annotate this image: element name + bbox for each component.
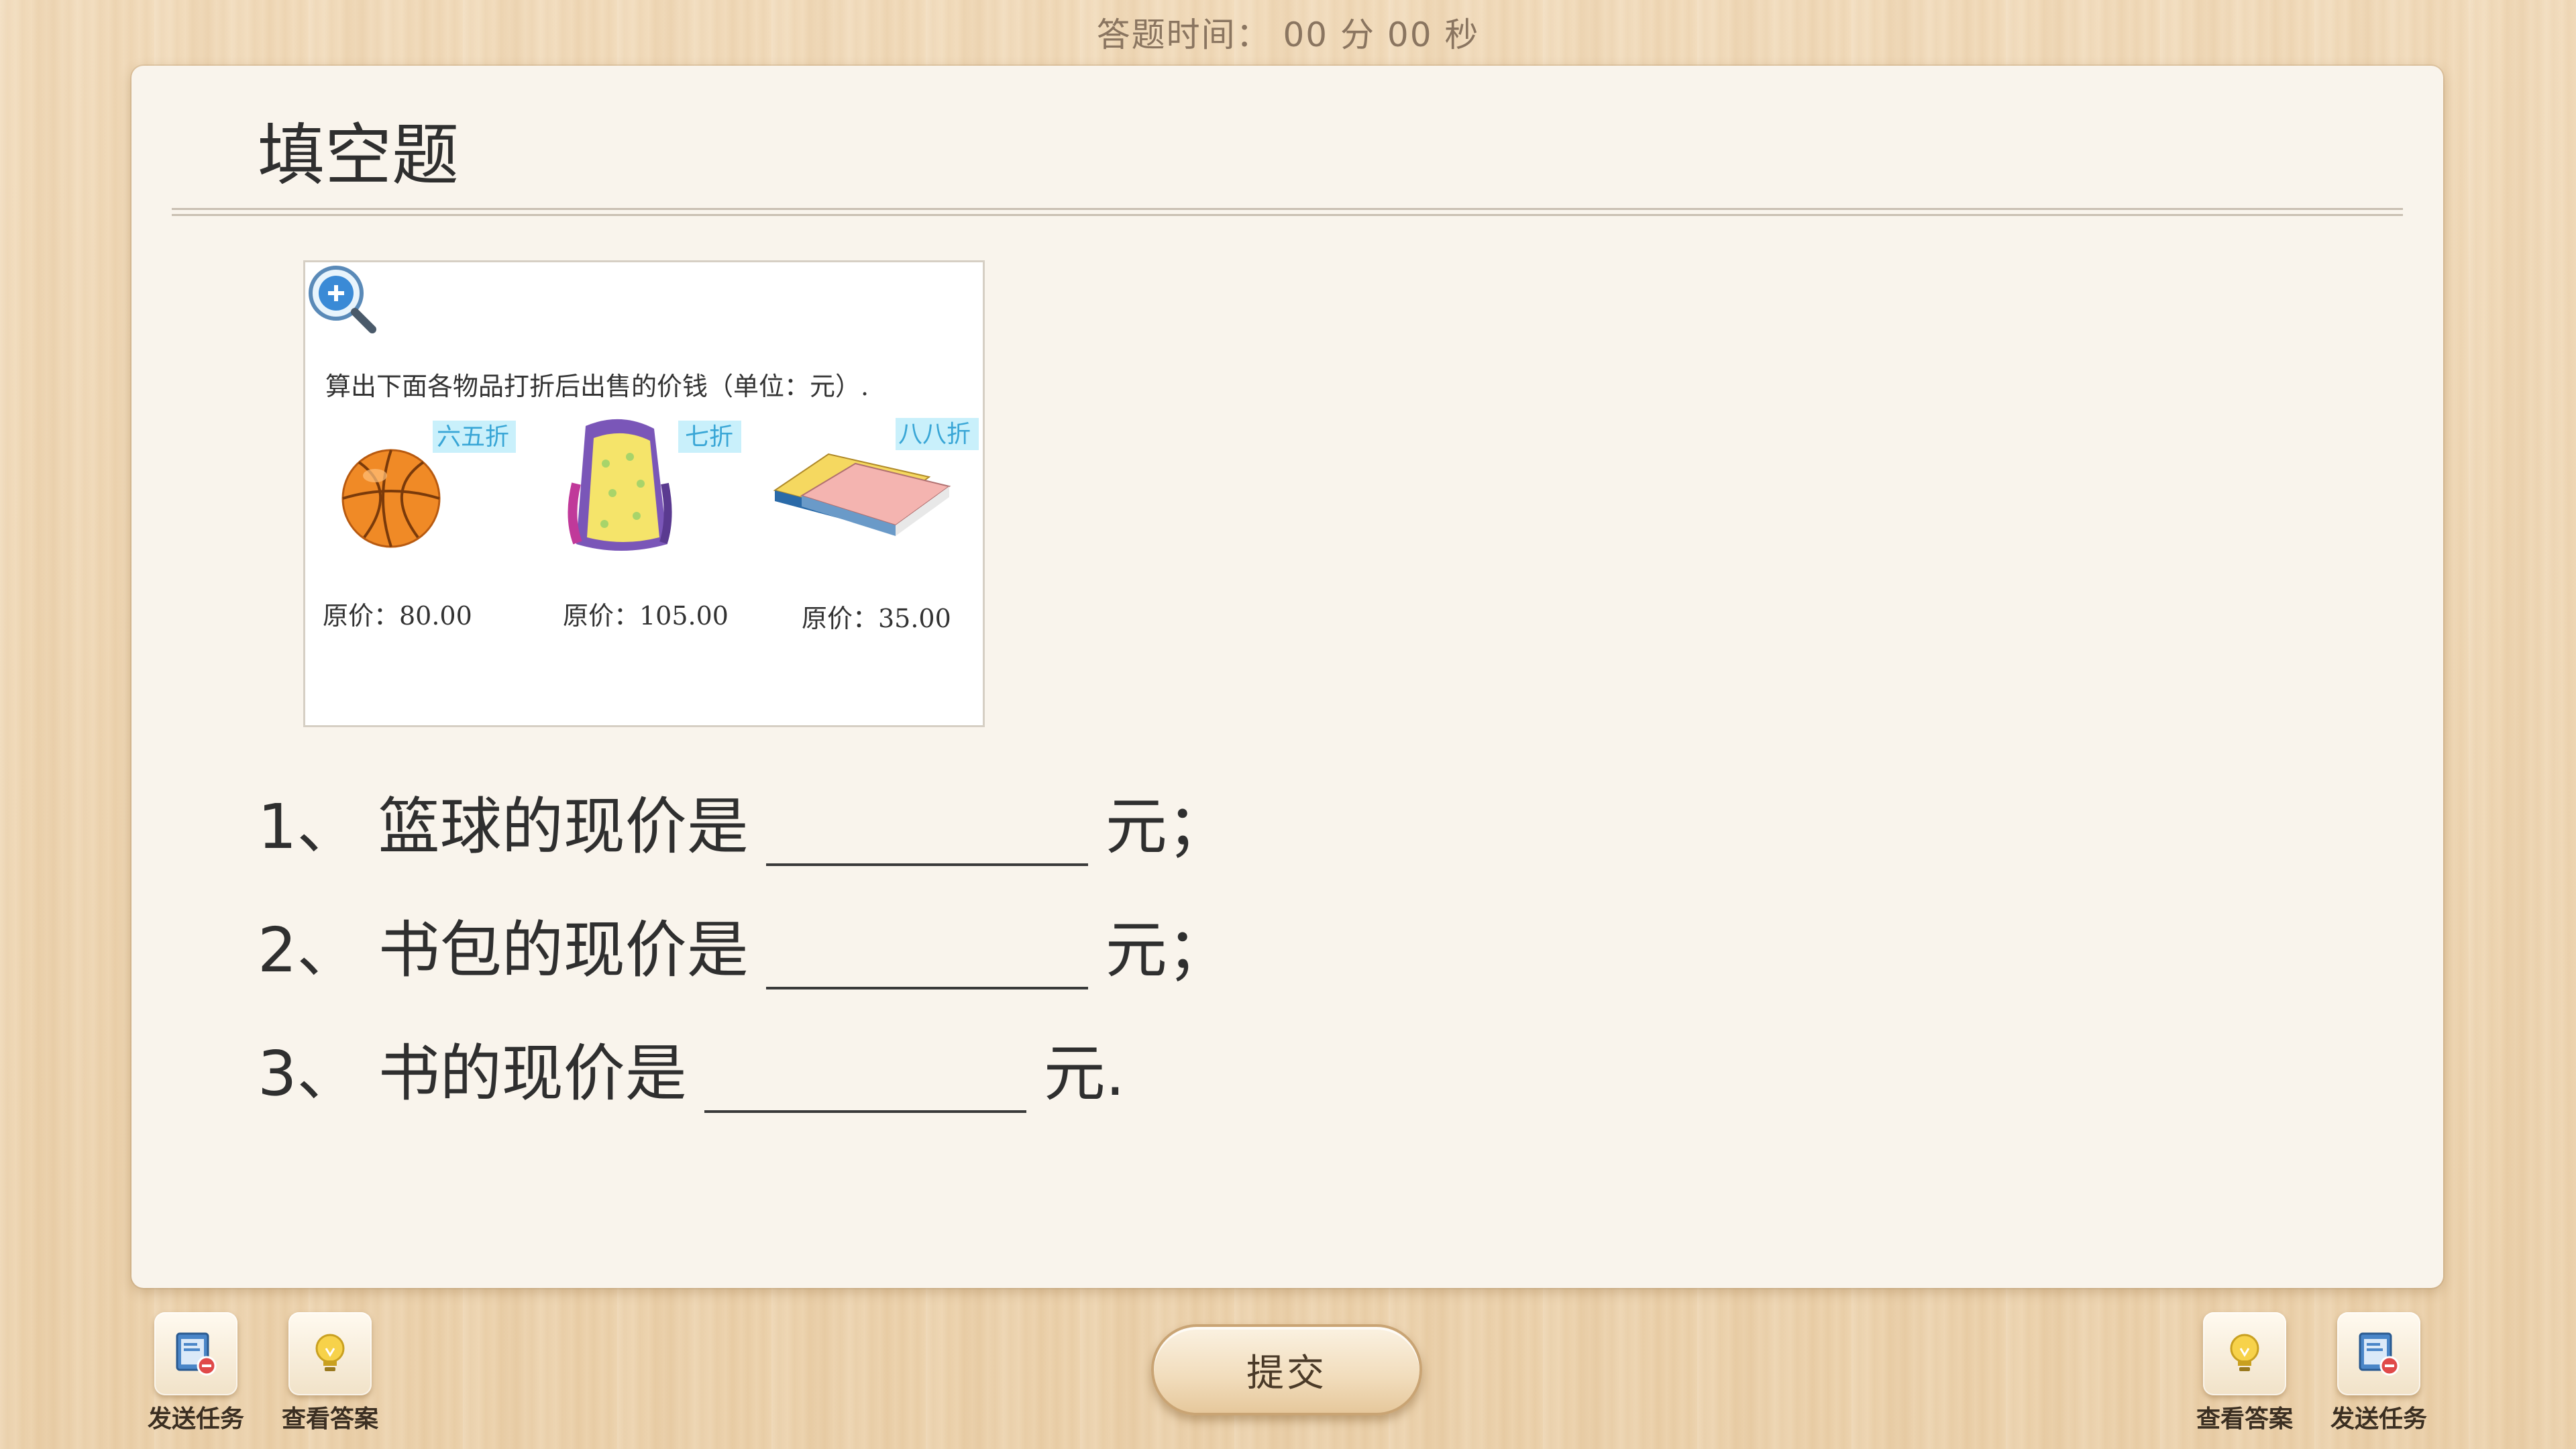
answer-input-3[interactable] [704, 1046, 1026, 1113]
lightbulb-icon [2203, 1312, 2286, 1395]
send-task-label: 发送任务 [2330, 1405, 2427, 1433]
page-title: 填空题 [258, 116, 459, 195]
basketball-image [341, 449, 441, 548]
backpack-image [568, 419, 672, 551]
submit-button[interactable]: 提交 [1151, 1324, 1422, 1415]
question-figure[interactable]: 算出下面各物品打折后出售的价钱（单位：元）. 六五折 七折 八八折 原价：80.… [303, 260, 985, 727]
answer-input-2[interactable] [765, 922, 1088, 989]
question-panel: 填空题 算出下面各物品打折后出售的价钱（单位：元）. 六五折 七折 八八折 原价… [131, 66, 2443, 1288]
send-task-label: 发送任务 [147, 1405, 244, 1433]
view-answer-button-left[interactable]: 查看答案 [263, 1312, 397, 1434]
question-2-suffix: 元； [1105, 914, 1229, 986]
question-3: 3、 书的现价是 元. [258, 1024, 1125, 1113]
price-basketball: 原价：80.00 [323, 601, 472, 631]
send-task-button-right[interactable]: 发送任务 [2312, 1312, 2446, 1434]
title-divider [172, 208, 2403, 216]
question-2-prefix: 2、 书包的现价是 [258, 914, 749, 986]
send-task-icon [2337, 1312, 2420, 1395]
send-task-button-left[interactable]: 发送任务 [129, 1312, 263, 1434]
view-answer-label: 查看答案 [281, 1405, 378, 1433]
view-answer-label: 查看答案 [2196, 1405, 2293, 1433]
discount-tag-books: 八八折 [898, 421, 971, 448]
books-image [773, 453, 951, 536]
question-1-prefix: 1、 篮球的现价是 [258, 791, 749, 863]
zoom-in-icon[interactable] [305, 262, 379, 336]
question-1-suffix: 元； [1105, 791, 1229, 863]
answer-input-1[interactable] [765, 799, 1088, 866]
send-task-icon [154, 1312, 237, 1395]
view-answer-button-right[interactable]: 查看答案 [2178, 1312, 2312, 1434]
figure-illustration: 算出下面各物品打折后出售的价钱（单位：元）. 六五折 七折 八八折 原价：80.… [323, 372, 979, 633]
price-backpack: 原价：105.00 [563, 601, 729, 631]
question-2: 2、 书包的现价是 元； [258, 900, 1229, 989]
figure-instruction: 算出下面各物品打折后出售的价钱（单位：元）. [325, 372, 869, 401]
question-3-suffix: 元. [1043, 1038, 1126, 1110]
discount-tag-backpack: 七折 [685, 423, 733, 451]
question-1: 1、 篮球的现价是 元； [258, 777, 1229, 866]
discount-tag-basketball: 六五折 [437, 423, 509, 451]
answer-timer: 答题时间： 00 分 00 秒 [1096, 15, 1480, 54]
question-3-prefix: 3、 书的现价是 [258, 1038, 687, 1110]
lightbulb-icon [288, 1312, 372, 1395]
price-books: 原价：35.00 [802, 604, 951, 633]
